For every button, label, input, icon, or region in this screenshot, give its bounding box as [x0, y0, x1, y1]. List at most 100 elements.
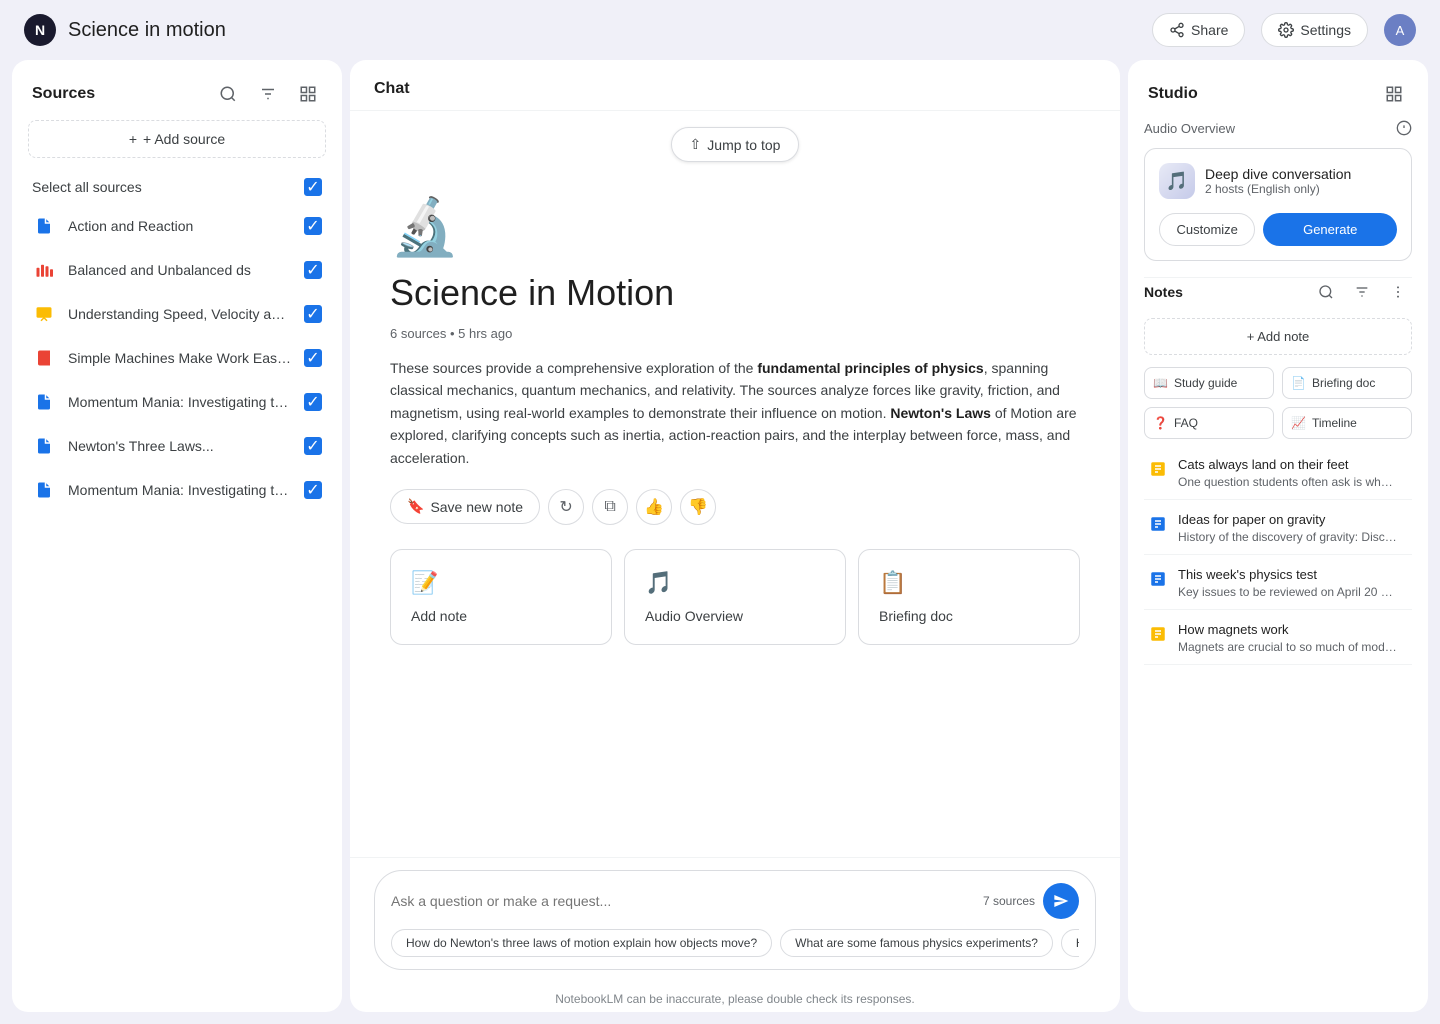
note-item[interactable]: This week's physics test Key issues to b… [1144, 557, 1412, 610]
doc-icon [35, 437, 53, 455]
footer-text: NotebookLM can be inaccurate, please dou… [350, 986, 1120, 1012]
note-type-label: Briefing doc [1312, 376, 1375, 390]
waveform-icon: 🎵 [1166, 171, 1188, 192]
studio-layout-button[interactable] [1380, 80, 1408, 108]
suggestion-chip[interactable]: What are some famous physics experiments… [780, 929, 1053, 957]
app-logo: N [24, 14, 56, 46]
source-item[interactable]: Understanding Speed, Velocity and... ✓ [12, 292, 342, 336]
source-item[interactable]: Newton's Three Laws... ✓ [12, 424, 342, 468]
source-icon [32, 258, 56, 282]
note-color-icon [1149, 625, 1167, 643]
chat-content: ⇧ Jump to top 🔬 Science in Motion 6 sour… [350, 111, 1120, 857]
jump-to-top-button[interactable]: ⇧ Jump to top [671, 127, 800, 162]
chat-message-area: 🔬 Science in Motion 6 sources • 5 hrs ag… [350, 178, 1120, 549]
note-type-btns: 📖Study guide📄Briefing doc❓FAQ📈Timeline [1144, 367, 1412, 439]
send-button[interactable] [1043, 883, 1079, 919]
slide-icon [35, 305, 53, 323]
notes-section: Notes + Add note 📖Study guide📄Briefing d… [1128, 278, 1428, 1012]
thumbs-down-button[interactable]: 👎 [680, 489, 716, 525]
note-type-timeline-button[interactable]: 📈Timeline [1282, 407, 1412, 439]
add-note-button[interactable]: + Add note [1144, 318, 1412, 355]
filter-button[interactable] [254, 80, 282, 108]
source-checkbox[interactable]: ✓ [304, 305, 322, 323]
copy-button[interactable]: ⧉ [592, 489, 628, 525]
note-icon [1148, 569, 1168, 589]
note-type-briefing-doc-button[interactable]: 📄Briefing doc [1282, 367, 1412, 399]
settings-button[interactable]: Settings [1261, 13, 1368, 47]
source-checkbox[interactable]: ✓ [304, 393, 322, 411]
note-type-icon: 📈 [1291, 416, 1306, 430]
sidebar-icons [214, 80, 322, 108]
layout-button[interactable] [294, 80, 322, 108]
source-item[interactable]: Action and Reaction ✓ [12, 204, 342, 248]
source-item[interactable]: Simple Machines Make Work Easier... ✓ [12, 336, 342, 380]
deep-dive-top: 🎵 Deep dive conversation 2 hosts (Englis… [1159, 163, 1397, 199]
message-title: Science in Motion [390, 272, 674, 314]
note-type-faq-button[interactable]: ❓FAQ [1144, 407, 1274, 439]
suggestion-label: Briefing doc [879, 608, 1059, 624]
notes-more-button[interactable] [1384, 278, 1412, 306]
save-note-button[interactable]: 🔖 Save new note [390, 489, 540, 524]
source-item[interactable]: Momentum Mania: Investigating th... ✓ [12, 380, 342, 424]
refresh-icon: ↻ [559, 497, 572, 517]
audio-overview-section: Audio Overview 🎵 Deep dive conversation … [1128, 120, 1428, 277]
suggestion-card[interactable]: 📝 Add note [390, 549, 612, 645]
share-button[interactable]: Share [1152, 13, 1245, 47]
source-checkbox[interactable]: ✓ [304, 437, 322, 455]
source-name: Understanding Speed, Velocity and... [68, 306, 292, 322]
note-text: Ideas for paper on gravity History of th… [1178, 512, 1408, 544]
deep-dive-icon: 🎵 [1159, 163, 1195, 199]
note-item[interactable]: Cats always land on their feet One quest… [1144, 447, 1412, 500]
note-text: This week's physics test Key issues to b… [1178, 567, 1408, 599]
notes-search-icon [1318, 284, 1334, 300]
note-item[interactable]: How magnets work Magnets are crucial to … [1144, 612, 1412, 665]
search-button[interactable] [214, 80, 242, 108]
select-all-checkbox[interactable]: ✓ [304, 178, 322, 196]
notes-filter-button[interactable] [1348, 278, 1376, 306]
add-source-button[interactable]: + + Add source [28, 120, 326, 158]
source-icon [32, 390, 56, 414]
chat-input[interactable] [391, 893, 975, 909]
suggestion-chip[interactable]: How do the laws of gra... at very high s… [1061, 929, 1079, 957]
note-preview: Key issues to be reviewed on April 20 ex… [1178, 585, 1398, 599]
source-item[interactable]: Balanced and Unbalanced ds ✓ [12, 248, 342, 292]
doc-icon [35, 217, 53, 235]
generate-button[interactable]: Generate [1263, 213, 1397, 246]
source-item[interactable]: Momentum Mania: Investigating th... ✓ [12, 468, 342, 512]
chat-input-area: 7 sources How do Newton's three laws of … [350, 857, 1120, 986]
notes-search-button[interactable] [1312, 278, 1340, 306]
suggestion-label: Audio Overview [645, 608, 825, 624]
source-checkbox[interactable]: ✓ [304, 349, 322, 367]
refresh-button[interactable]: ↻ [548, 489, 584, 525]
note-text: How magnets work Magnets are crucial to … [1178, 622, 1408, 654]
chevron-up-icon: ⇧ [690, 136, 702, 153]
note-type-study-guide-button[interactable]: 📖Study guide [1144, 367, 1274, 399]
copy-icon: ⧉ [604, 498, 615, 516]
deep-dive-actions: Customize Generate [1159, 213, 1397, 246]
audio-overview-label: Audio Overview [1144, 120, 1412, 136]
suggestion-card[interactable]: 🎵 Audio Overview [624, 549, 846, 645]
thumbs-up-button[interactable]: 👍 [636, 489, 672, 525]
note-text: Cats always land on their feet One quest… [1178, 457, 1408, 489]
source-icon [32, 346, 56, 370]
source-name: Simple Machines Make Work Easier... [68, 350, 292, 366]
source-name: Balanced and Unbalanced ds [68, 262, 292, 278]
avatar[interactable]: A [1384, 14, 1416, 46]
chat-title: Chat [374, 80, 410, 97]
source-checkbox[interactable]: ✓ [304, 481, 322, 499]
suggestion-card[interactable]: 📋 Briefing doc [858, 549, 1080, 645]
message-meta: 6 sources • 5 hrs ago [390, 326, 512, 341]
source-checkbox[interactable]: ✓ [304, 217, 322, 235]
chat-panel: Chat ⇧ Jump to top 🔬 Science in Motion 6… [350, 60, 1120, 1012]
source-checkbox[interactable]: ✓ [304, 261, 322, 279]
note-preview: History of the discovery of gravity: Dis… [1178, 530, 1398, 544]
customize-button[interactable]: Customize [1159, 213, 1255, 246]
topbar-right: Share Settings A [1152, 13, 1416, 47]
select-all-row[interactable]: Select all sources ✓ [12, 170, 342, 204]
suggestion-chip[interactable]: How do Newton's three laws of motion exp… [391, 929, 772, 957]
note-item[interactable]: Ideas for paper on gravity History of th… [1144, 502, 1412, 555]
note-type-icon: ❓ [1153, 416, 1168, 430]
note-type-icon: 📖 [1153, 376, 1168, 390]
notes-title: Notes [1144, 284, 1183, 300]
note-title: Ideas for paper on gravity [1178, 512, 1408, 527]
